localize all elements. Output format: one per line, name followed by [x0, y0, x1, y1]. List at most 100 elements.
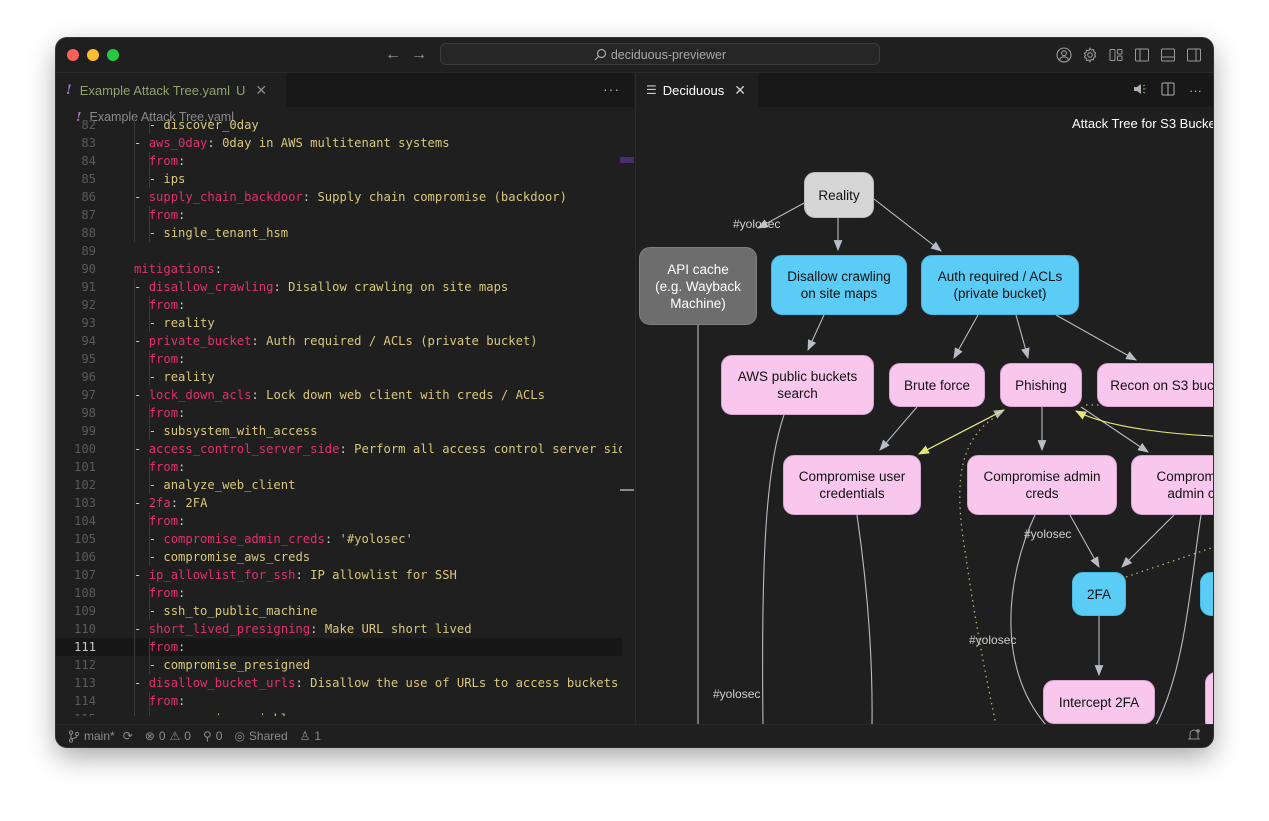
- graph-node-compromise-aws-admin[interactable]: Compromis admin c: [1131, 455, 1213, 515]
- graph-node-api-cache[interactable]: API cache (e.g. Wayback Machine): [639, 247, 757, 325]
- more-actions-button[interactable]: ···: [603, 81, 620, 97]
- indent-guide: [134, 224, 135, 242]
- code-line[interactable]: 84 from:: [56, 152, 622, 170]
- code-line[interactable]: 111 from:: [56, 638, 622, 656]
- more-actions-button[interactable]: ···: [1189, 83, 1202, 98]
- close-tab-icon[interactable]: ✕: [734, 82, 746, 99]
- command-center-search[interactable]: deciduous-previewer: [440, 43, 880, 65]
- code-line[interactable]: 113 - disallow_bucket_urls: Disallow the …: [56, 674, 622, 692]
- copilot-item[interactable]: ♙ 1: [300, 729, 321, 743]
- announce-icon[interactable]: [1133, 83, 1147, 98]
- line-number: 109: [73, 604, 96, 618]
- graph-node-compromise-admin-creds[interactable]: Compromise admin creds: [967, 455, 1117, 515]
- ports-item[interactable]: ⚲ 0: [203, 729, 222, 743]
- code-line[interactable]: 106 - compromise_aws_creds: [56, 548, 622, 566]
- graph-node-offscreen[interactable]: [1205, 672, 1213, 725]
- error-icon: ⊗: [144, 729, 155, 743]
- preview-tab-bar: ☰ Deciduous ✕ ···: [636, 73, 1213, 107]
- copilot-count: 1: [314, 729, 322, 743]
- line-text: - reality: [148, 316, 215, 330]
- line-number: 97: [81, 388, 96, 402]
- toggle-panel-icon[interactable]: [1159, 46, 1177, 64]
- code-line[interactable]: 112 - compromise_presigned: [56, 656, 622, 674]
- close-window-button[interactable]: [67, 49, 79, 61]
- graph-node-phishing[interactable]: Phishing: [1000, 363, 1082, 407]
- graph-node-offscreen[interactable]: [1200, 572, 1213, 616]
- code-line[interactable]: 96 - reality: [56, 368, 622, 386]
- code-line[interactable]: 99 - subsystem_with_access: [56, 422, 622, 440]
- code-line[interactable]: 97 - lock_down_acls: Lock down web client…: [56, 386, 622, 404]
- code-line[interactable]: 89: [56, 242, 622, 260]
- code-line[interactable]: 103 - 2fa: 2FA: [56, 494, 622, 512]
- code-line[interactable]: 114 from:: [56, 692, 622, 710]
- notifications-bell-icon[interactable]: [1187, 728, 1201, 745]
- graph-edge: [873, 198, 942, 252]
- error-count: 0: [158, 729, 166, 743]
- line-text: - disallow_crawling: Disallow crawling o…: [134, 280, 509, 294]
- indent-guide: [134, 512, 135, 530]
- code-editor[interactable]: 82 - discover_0day 83 - aws_0day: 0day in A…: [56, 116, 622, 716]
- graph-node-reality[interactable]: Reality: [804, 172, 874, 218]
- code-line[interactable]: 83 - aws_0day: 0day in AWS multitenant sy…: [56, 134, 622, 152]
- line-text: from:: [148, 208, 186, 222]
- code-line[interactable]: 93 - reality: [56, 314, 622, 332]
- graph-node-brute-force[interactable]: Brute force: [889, 363, 985, 407]
- indent-guide: [134, 368, 135, 386]
- back-arrow-icon[interactable]: ←: [385, 45, 401, 65]
- close-tab-icon[interactable]: ✕: [255, 82, 267, 99]
- code-line[interactable]: 101 from:: [56, 458, 622, 476]
- maximize-window-button[interactable]: [107, 49, 119, 61]
- settings-gear-icon[interactable]: [1081, 46, 1099, 64]
- code-line[interactable]: 94 - private_bucket: Auth required / ACLs…: [56, 332, 622, 350]
- customize-layout-icon[interactable]: [1107, 46, 1125, 64]
- code-line[interactable]: 102 - analyze_web_client: [56, 476, 622, 494]
- code-line[interactable]: 90 mitigations:: [56, 260, 622, 278]
- forward-arrow-icon[interactable]: →: [411, 45, 427, 65]
- line-number: 83: [81, 136, 96, 150]
- code-line[interactable]: 92 from:: [56, 296, 622, 314]
- graph-edge: [1080, 406, 1149, 453]
- graph-node-private-bucket[interactable]: Auth required / ACLs (private bucket): [921, 255, 1079, 315]
- code-line[interactable]: 105 - compromise_admin_creds: '#yolosec': [56, 530, 622, 548]
- line-text: - supply_chain_backdoor: Supply chain co…: [134, 190, 567, 204]
- code-line[interactable]: 88 - single_tenant_hsm: [56, 224, 622, 242]
- code-line[interactable]: 82 - discover_0day: [56, 116, 622, 134]
- code-line[interactable]: 86 - supply_chain_backdoor: Supply chain …: [56, 188, 622, 206]
- line-text: - ips: [148, 172, 186, 186]
- code-line[interactable]: 100 - access_control_server_side: Perform…: [56, 440, 622, 458]
- tab-deciduous[interactable]: ☰ Deciduous ✕: [636, 73, 758, 107]
- toggle-secondary-sidebar-icon[interactable]: [1185, 46, 1203, 64]
- line-number: 90: [81, 262, 96, 276]
- graph-node-compromise-user-creds[interactable]: Compromise user credentials: [783, 455, 921, 515]
- graph-node-intercept-2fa[interactable]: Intercept 2FA: [1043, 680, 1155, 724]
- code-line[interactable]: 107 - ip_allowlist_for_ssh: IP allowlist …: [56, 566, 622, 584]
- problems-item[interactable]: ⊗ 0 ⚠ 0: [145, 729, 191, 743]
- graph-node-disallow-crawling[interactable]: Disallow crawling on site maps: [771, 255, 907, 315]
- split-editor-icon[interactable]: [1161, 82, 1175, 99]
- live-share-item[interactable]: ◎ Shared: [234, 729, 287, 743]
- indent-guide: [134, 296, 135, 314]
- graph-node-recon-s3[interactable]: Recon on S3 buc: [1097, 363, 1213, 407]
- sync-icon[interactable]: ⟳: [123, 729, 133, 743]
- code-line[interactable]: 98 from:: [56, 404, 622, 422]
- code-line[interactable]: 110 - short_lived_presigning: Make URL sh…: [56, 620, 622, 638]
- code-line[interactable]: 108 from:: [56, 584, 622, 602]
- code-line[interactable]: 115 - compromise_quickly: [56, 710, 622, 716]
- indent-guide: [134, 638, 135, 656]
- code-line[interactable]: 85 - ips: [56, 170, 622, 188]
- toggle-primary-sidebar-icon[interactable]: [1133, 46, 1151, 64]
- code-line[interactable]: 104 from:: [56, 512, 622, 530]
- node-label: 2FA: [1086, 586, 1111, 602]
- minimize-window-button[interactable]: [87, 49, 99, 61]
- code-line[interactable]: 95 from:: [56, 350, 622, 368]
- line-text: from:: [148, 352, 186, 366]
- code-line[interactable]: 87 from:: [56, 206, 622, 224]
- tab-example-attack-tree[interactable]: ! Example Attack Tree.yaml U ✕: [56, 73, 286, 107]
- graph-node-2fa[interactable]: 2FA: [1072, 572, 1126, 616]
- account-icon[interactable]: [1055, 46, 1073, 64]
- line-text: - access_control_server_side: Perform al…: [134, 442, 622, 456]
- code-line[interactable]: 91 - disallow_crawling: Disallow crawling…: [56, 278, 622, 296]
- graph-node-aws-public-search[interactable]: AWS public buckets search: [721, 355, 874, 415]
- code-line[interactable]: 109 - ssh_to_public_machine: [56, 602, 622, 620]
- git-branch-item[interactable]: main* ⟳: [68, 729, 133, 743]
